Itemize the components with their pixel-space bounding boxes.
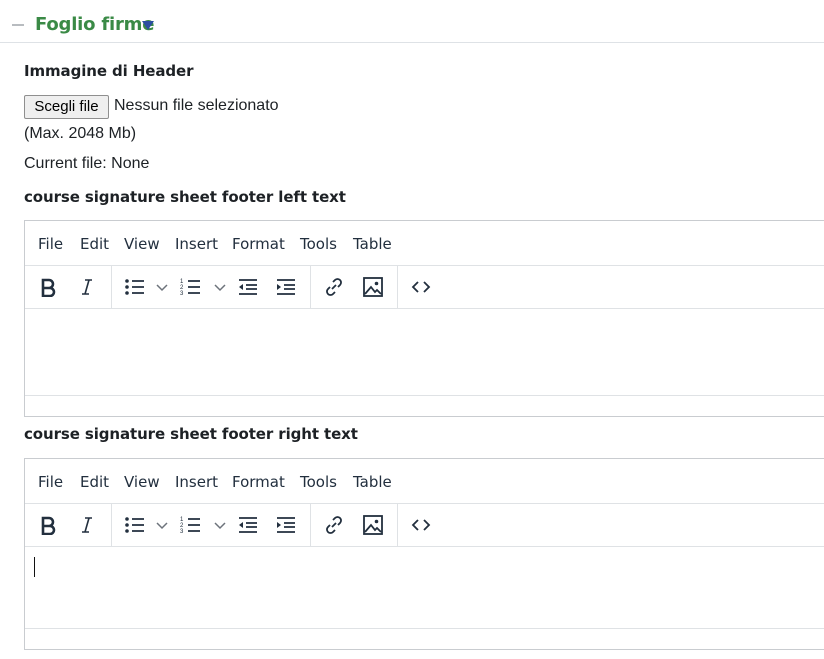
file-status-text: Nessun file selezionato <box>114 97 279 114</box>
current-file-text: Current file: None <box>24 155 150 172</box>
editor-menubar: File Edit View Insert Format Tools Table <box>25 221 824 265</box>
max-size-text: (Max. 2048 Mb) <box>24 125 137 142</box>
section-header: Foglio firme <box>0 0 824 43</box>
chevron-down-icon[interactable] <box>155 281 169 295</box>
chevron-down-icon[interactable] <box>155 519 169 533</box>
image-icon[interactable] <box>359 273 387 301</box>
menu-file[interactable]: File <box>38 235 63 253</box>
menu-view[interactable]: View <box>124 235 160 253</box>
numbered-list-icon[interactable]: 123 <box>177 511 205 539</box>
editor-content-area[interactable] <box>25 547 824 630</box>
section-title[interactable]: Foglio firme <box>35 14 154 35</box>
indent-icon[interactable] <box>272 273 300 301</box>
italic-icon[interactable] <box>73 273 101 301</box>
menu-edit[interactable]: Edit <box>80 473 109 491</box>
image-icon[interactable] <box>359 511 387 539</box>
text-cursor <box>34 557 35 577</box>
menu-file[interactable]: File <box>38 473 63 491</box>
editor-toolbar: 123 <box>25 503 824 547</box>
menu-format[interactable]: Format <box>232 473 285 491</box>
bold-icon[interactable] <box>34 511 62 539</box>
svg-text:3: 3 <box>180 291 184 297</box>
footer-left-label: course signature sheet footer left text <box>24 188 346 206</box>
editor-menubar: File Edit View Insert Format Tools Table <box>25 459 824 503</box>
footer-right-label: course signature sheet footer right text <box>24 425 358 443</box>
menu-edit[interactable]: Edit <box>80 235 109 253</box>
bullet-list-icon[interactable] <box>121 511 149 539</box>
footer-right-editor: File Edit View Insert Format Tools Table… <box>24 458 824 650</box>
numbered-list-icon[interactable]: 123 <box>177 273 205 301</box>
chevron-down-icon[interactable] <box>213 519 227 533</box>
chevron-down-icon[interactable] <box>213 281 227 295</box>
link-icon[interactable] <box>320 511 348 539</box>
caret-down-icon[interactable] <box>142 21 154 30</box>
menu-insert[interactable]: Insert <box>175 473 218 491</box>
source-code-icon[interactable] <box>407 273 435 301</box>
italic-icon[interactable] <box>73 511 101 539</box>
outdent-icon[interactable] <box>234 511 262 539</box>
menu-table[interactable]: Table <box>353 235 392 253</box>
indent-icon[interactable] <box>272 511 300 539</box>
svg-text:3: 3 <box>180 529 184 535</box>
source-code-icon[interactable] <box>407 511 435 539</box>
choose-file-button[interactable]: Scegli file <box>24 95 109 119</box>
header-image-label: Immagine di Header <box>24 62 194 80</box>
editor-content-area[interactable] <box>25 309 824 397</box>
menu-table[interactable]: Table <box>353 473 392 491</box>
menu-tools[interactable]: Tools <box>300 473 337 491</box>
editor-statusbar <box>25 395 824 416</box>
footer-left-editor: File Edit View Insert Format Tools Table… <box>24 220 824 417</box>
outdent-icon[interactable] <box>234 273 262 301</box>
editor-statusbar <box>25 628 824 649</box>
bold-icon[interactable] <box>34 273 62 301</box>
editor-toolbar: 123 <box>25 265 824 309</box>
menu-format[interactable]: Format <box>232 235 285 253</box>
collapse-icon[interactable] <box>12 24 24 26</box>
bullet-list-icon[interactable] <box>121 273 149 301</box>
menu-tools[interactable]: Tools <box>300 235 337 253</box>
link-icon[interactable] <box>320 273 348 301</box>
menu-insert[interactable]: Insert <box>175 235 218 253</box>
menu-view[interactable]: View <box>124 473 160 491</box>
